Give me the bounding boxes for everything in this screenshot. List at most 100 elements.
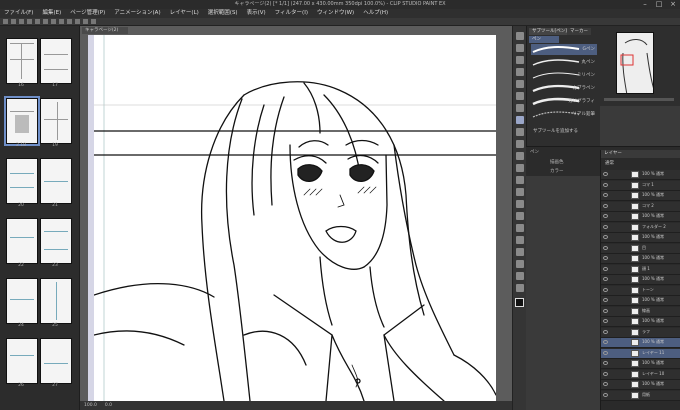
brush-item[interactable]: カブラペン: [531, 83, 597, 94]
page-thumbnail[interactable]: [40, 158, 72, 204]
visibility-eye-icon[interactable]: [603, 350, 608, 355]
layer-row[interactable]: 100 % 通常: [601, 317, 680, 327]
new-file-icon[interactable]: [3, 19, 8, 24]
airbrush-icon[interactable]: [516, 152, 524, 160]
fill-tool-icon[interactable]: [516, 200, 524, 208]
save-icon[interactable]: [19, 19, 24, 24]
page-thumbnail[interactable]: [40, 338, 72, 384]
layer-row[interactable]: コマ 2: [601, 201, 680, 212]
menu-selection[interactable]: 選択範囲(S): [208, 9, 238, 18]
brush-item[interactable]: 丸ペン: [531, 57, 597, 68]
layer-row[interactable]: 100 % 通常: [601, 338, 680, 348]
subtool-group-pen[interactable]: ペン: [529, 36, 559, 43]
brush-tool-icon[interactable]: [516, 140, 524, 148]
drawing-canvas[interactable]: [94, 35, 496, 401]
open-icon[interactable]: [11, 19, 16, 24]
selection-tool-icon[interactable]: [516, 80, 524, 88]
visibility-eye-icon[interactable]: [603, 224, 608, 229]
main-color-swatch[interactable]: [515, 298, 524, 307]
layer-row[interactable]: 目: [601, 243, 680, 254]
gradient-icon[interactable]: [516, 212, 524, 220]
visibility-eye-icon[interactable]: [603, 298, 608, 302]
menu-layer[interactable]: レイヤー(L): [170, 9, 199, 18]
layer-row[interactable]: 100 % 通常: [601, 380, 680, 390]
blend-tool-icon[interactable]: [516, 188, 524, 196]
navigator-preview[interactable]: [616, 32, 654, 94]
deselect-icon[interactable]: [67, 19, 72, 24]
brush-item[interactable]: ミリペン: [531, 70, 597, 81]
snap-icon[interactable]: [83, 19, 88, 24]
visibility-eye-icon[interactable]: [603, 245, 608, 250]
layer-row[interactable]: 100 % 通常: [601, 254, 680, 264]
ruler-tool-icon[interactable]: [516, 248, 524, 256]
menu-window[interactable]: ウィンドウ(W): [317, 9, 354, 18]
visibility-eye-icon[interactable]: [603, 308, 608, 313]
menu-help[interactable]: ヘルプ(H): [363, 9, 388, 18]
pen-tool-icon[interactable]: [516, 116, 524, 124]
visibility-eye-icon[interactable]: [603, 287, 608, 292]
visibility-eye-icon[interactable]: [603, 182, 608, 187]
text-tool-icon[interactable]: [516, 260, 524, 268]
canvas-tab[interactable]: キャラページ(2): [82, 27, 128, 34]
layer-row[interactable]: 線画: [601, 306, 680, 317]
page-thumbnail[interactable]: [6, 158, 38, 204]
layer-row[interactable]: トーン: [601, 285, 680, 296]
clear-icon[interactable]: [43, 19, 48, 24]
zoom-value[interactable]: 100.0: [84, 403, 97, 408]
angle-value[interactable]: 0.0: [105, 403, 112, 408]
visibility-eye-icon[interactable]: [603, 214, 608, 218]
subtool-tab-title[interactable]: サブツール[ペン]: [529, 28, 571, 35]
brush-item[interactable]: カリグラフィ: [531, 96, 597, 107]
layer-row[interactable]: コマ 1: [601, 180, 680, 191]
layer-row[interactable]: 100 % 通常: [601, 233, 680, 243]
zoom-tool-icon[interactable]: [516, 32, 524, 40]
transform-icon[interactable]: [59, 19, 64, 24]
visibility-eye-icon[interactable]: [603, 235, 608, 239]
visibility-eye-icon[interactable]: [603, 266, 608, 271]
move-layer-icon[interactable]: [516, 68, 524, 76]
layer-row[interactable]: レイヤー 11: [601, 348, 680, 359]
eyedropper-icon[interactable]: [516, 104, 524, 112]
visibility-eye-icon[interactable]: [603, 277, 608, 281]
layer-row[interactable]: 100 % 通常: [601, 275, 680, 285]
menu-animation[interactable]: アニメーション(A): [114, 9, 160, 18]
operation-tool-icon[interactable]: [516, 56, 524, 64]
close-button[interactable]: ×: [666, 0, 680, 9]
minimize-button[interactable]: –: [638, 0, 652, 9]
subtool-tab-marker[interactable]: マーカー: [567, 28, 591, 35]
fill-icon[interactable]: [51, 19, 56, 24]
page-thumbnail[interactable]: [6, 278, 38, 324]
brush-item-selected[interactable]: Gペン: [531, 44, 597, 55]
layer-row[interactable]: 100 % 通常: [601, 170, 680, 180]
visibility-eye-icon[interactable]: [603, 193, 608, 197]
layer-row[interactable]: レイヤー 10: [601, 369, 680, 380]
layer-row[interactable]: 顔 1: [601, 264, 680, 275]
menu-page[interactable]: ページ管理(P): [70, 9, 105, 18]
balloon-tool-icon[interactable]: [516, 272, 524, 280]
invert-selection-icon[interactable]: [75, 19, 80, 24]
visibility-eye-icon[interactable]: [603, 371, 608, 376]
page-thumbnail-selected[interactable]: [4, 96, 40, 146]
blend-mode-select[interactable]: 通常: [605, 160, 614, 166]
auto-select-icon[interactable]: [516, 92, 524, 100]
menu-edit[interactable]: 編集(E): [42, 9, 61, 18]
visibility-eye-icon[interactable]: [603, 340, 608, 344]
frame-border-icon[interactable]: [516, 236, 524, 244]
menu-view[interactable]: 表示(V): [247, 9, 266, 18]
visibility-eye-icon[interactable]: [603, 172, 608, 176]
page-thumbnail[interactable]: [40, 218, 72, 264]
page-thumbnail[interactable]: [6, 218, 38, 264]
ruler-snap-icon[interactable]: [91, 19, 96, 24]
page-thumbnail[interactable]: [6, 38, 38, 84]
decoration-icon[interactable]: [516, 164, 524, 172]
line-correction-icon[interactable]: [516, 284, 524, 292]
redo-icon[interactable]: [35, 19, 40, 24]
layer-row[interactable]: 100 % 通常: [601, 296, 680, 306]
layer-row[interactable]: ラフ: [601, 327, 680, 338]
add-subtool-button[interactable]: サブツールを追加する: [533, 128, 578, 134]
visibility-eye-icon[interactable]: [603, 392, 608, 397]
layer-row[interactable]: 100 % 通常: [601, 191, 680, 201]
layer-row[interactable]: 100 % 通常: [601, 212, 680, 222]
page-thumbnail[interactable]: [40, 278, 72, 324]
move-tool-icon[interactable]: [516, 44, 524, 52]
